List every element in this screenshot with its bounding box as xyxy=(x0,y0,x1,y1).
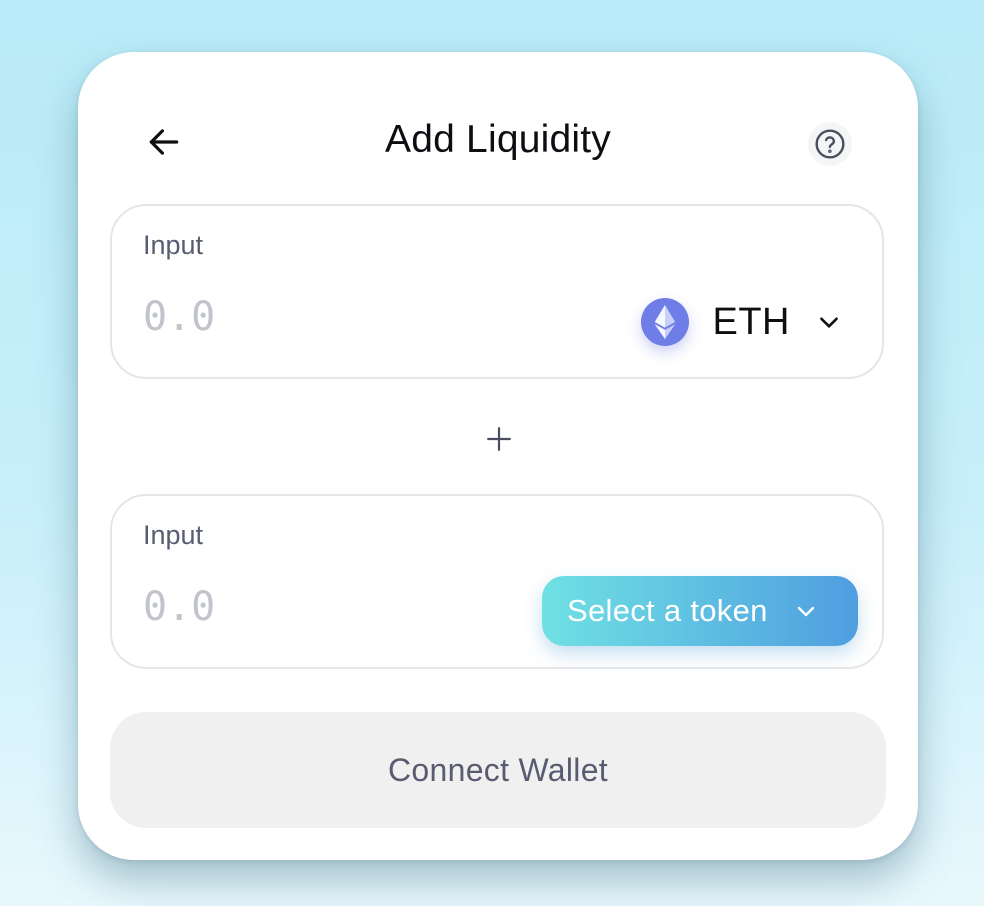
add-liquidity-card: Add Liquidity Input ETH xyxy=(78,52,918,860)
connect-wallet-button[interactable]: Connect Wallet xyxy=(110,712,886,828)
ethereum-icon xyxy=(640,298,689,346)
input-label: Input xyxy=(143,520,204,550)
help-button[interactable] xyxy=(808,122,852,166)
select-token-label: Select a token xyxy=(567,593,768,628)
chevron-down-icon xyxy=(794,599,818,623)
question-circle-icon xyxy=(815,129,845,159)
amount-input-b[interactable] xyxy=(143,584,443,630)
select-token-button[interactable]: Select a token xyxy=(542,576,858,646)
input-panel-b: Input Select a token xyxy=(110,494,884,669)
token-selector-eth[interactable]: ETH xyxy=(640,296,843,348)
page-title: Add Liquidity xyxy=(385,118,611,161)
token-symbol: ETH xyxy=(712,300,790,343)
input-panel-a: Input ETH xyxy=(110,204,884,379)
chevron-down-icon xyxy=(816,309,842,335)
amount-input-a[interactable] xyxy=(143,294,443,340)
input-label: Input xyxy=(143,230,204,260)
plus-icon xyxy=(487,427,511,451)
